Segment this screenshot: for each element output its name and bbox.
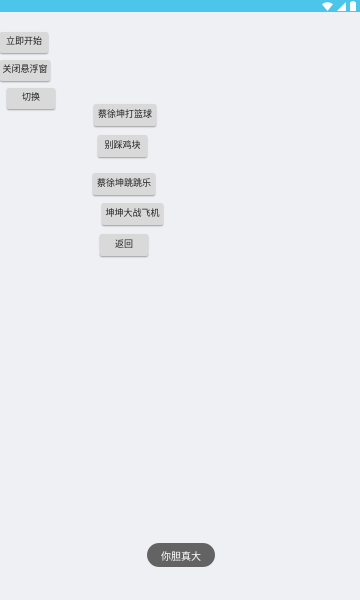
step-blocks-game-button[interactable]: 别踩鸡块 [98,135,147,157]
jump-game-button[interactable]: 蔡徐坤跳跳乐 [93,173,155,195]
switch-button[interactable]: 切换 [7,88,55,109]
close-float-window-button[interactable]: 关闭悬浮窗 [0,60,50,81]
back-button[interactable]: 返回 [100,234,148,256]
status-icons [322,1,356,11]
wifi-icon [322,1,333,11]
battery-icon [350,1,356,11]
status-bar [0,0,360,12]
toast-message: 你胆真大 [147,543,215,567]
signal-icon [337,1,346,11]
start-now-button[interactable]: 立即开始 [0,32,48,53]
basketball-game-button[interactable]: 蔡徐坤打篮球 [94,104,156,126]
plane-war-game-button[interactable]: 坤坤大战飞机 [102,203,163,225]
